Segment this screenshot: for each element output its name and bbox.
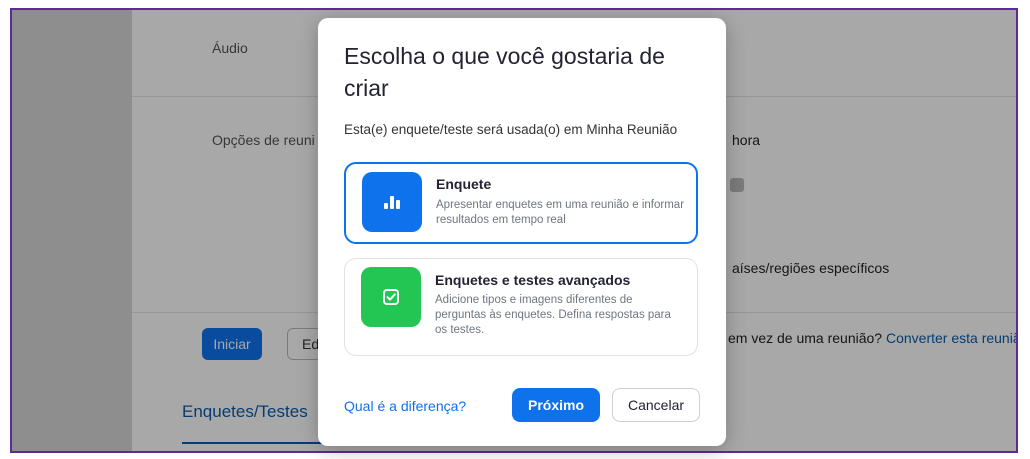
create-poll-dialog: Escolha o que você gostaria de criar Est… — [318, 18, 726, 446]
next-button[interactable]: Próximo — [512, 388, 600, 422]
option-title: Enquetes e testes avançados — [435, 272, 631, 288]
option-poll[interactable]: Enquete Apresentar enquetes em uma reuni… — [344, 162, 698, 244]
bar-chart-icon — [362, 172, 422, 232]
option-title: Enquete — [436, 176, 492, 192]
dialog-title: Escolha o que você gostaria de criar — [344, 43, 665, 101]
dialog-subtitle: Esta(e) enquete/teste será usada(o) em M… — [344, 122, 678, 137]
difference-link[interactable]: Qual é a diferença? — [344, 398, 466, 414]
option-description: Apresentar enquetes em uma reunião e inf… — [436, 199, 685, 226]
cancel-button[interactable]: Cancelar — [612, 388, 700, 422]
checkbox-icon — [361, 267, 421, 327]
option-advanced-polls[interactable]: Enquetes e testes avançados Adicione tip… — [344, 258, 698, 356]
option-description: Adicione tipos e imagens diferentes de p… — [435, 294, 671, 336]
